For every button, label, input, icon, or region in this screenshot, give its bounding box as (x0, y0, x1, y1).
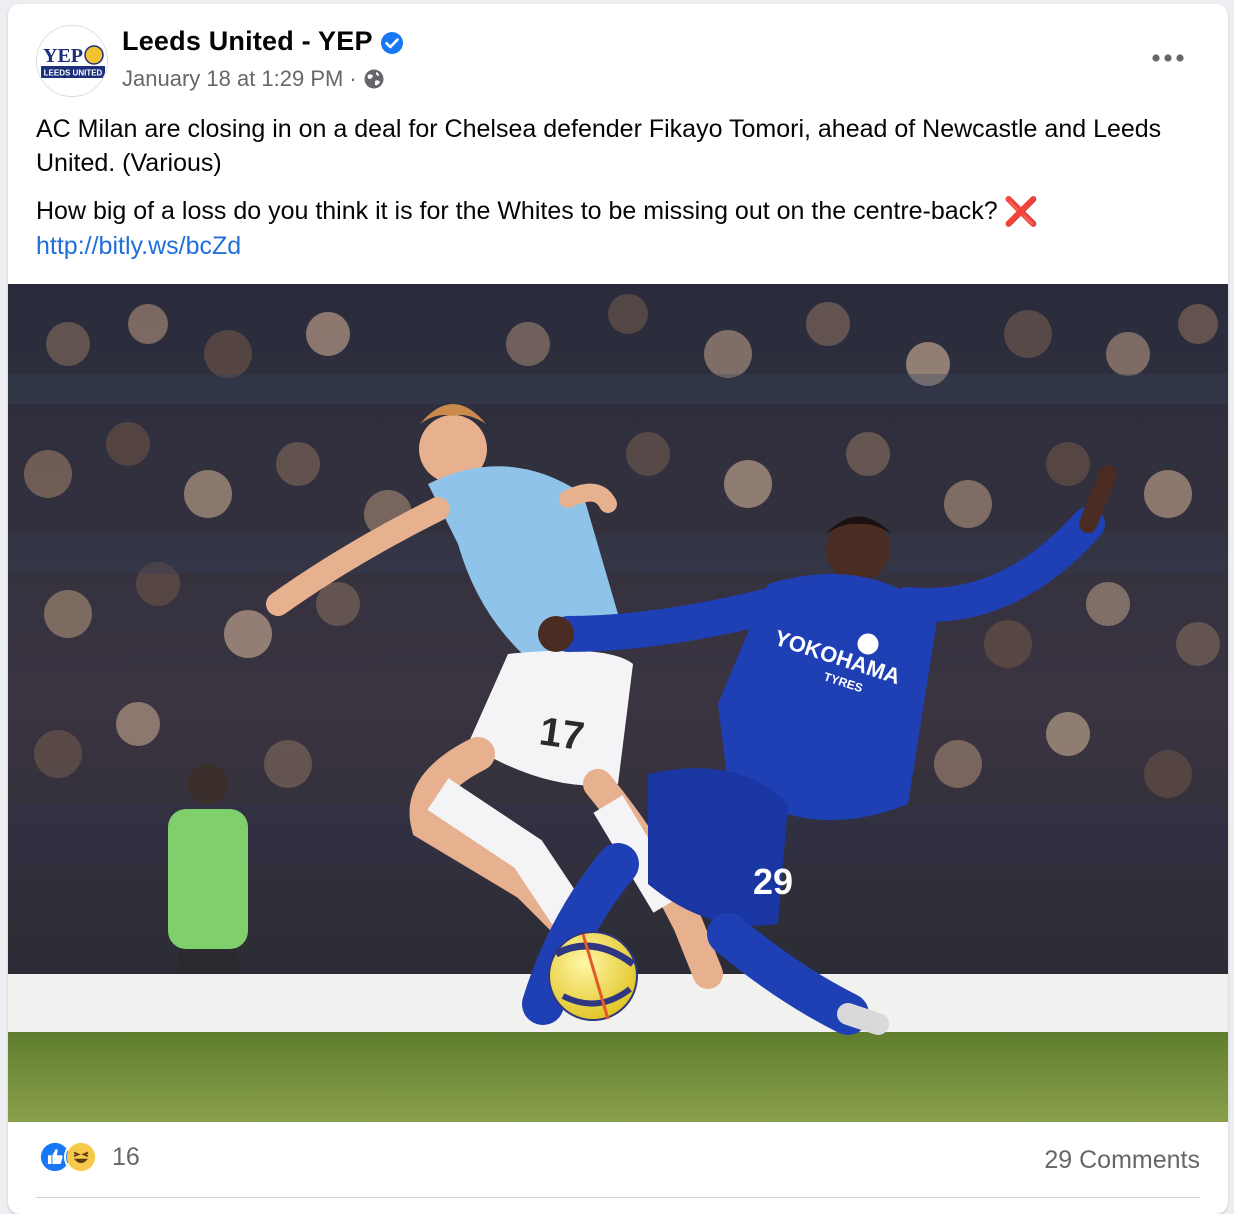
reactions-summary[interactable]: 16 (38, 1140, 140, 1174)
chelsea-player-number: 29 (753, 861, 793, 902)
post-paragraph-1: AC Milan are closing in on a deal for Ch… (36, 115, 1162, 177)
post-photo[interactable]: 17 YOKOHAMA TYRES 29 (8, 284, 1228, 1122)
football (548, 931, 638, 1021)
post-question: How big of a loss do you think it is for… (36, 197, 998, 225)
post-card: YEP LEEDS UNITED Leeds United - YEP Janu… (8, 4, 1228, 1214)
yep-logo: YEP LEEDS UNITED (37, 26, 107, 96)
football-photo: 17 YOKOHAMA TYRES 29 (8, 284, 1228, 1122)
more-options-icon (1152, 54, 1184, 62)
post-paragraph-2: How big of a loss do you think it is for… (36, 194, 1206, 263)
page-avatar[interactable]: YEP LEEDS UNITED (36, 25, 108, 97)
avatar-logo-top: YEP (43, 45, 83, 67)
cross-mark-icon: ❌ (1003, 196, 1039, 227)
page-name[interactable]: Leeds United - YEP (122, 26, 373, 57)
haha-icon (64, 1140, 98, 1174)
footer-divider (36, 1197, 1200, 1198)
reaction-count: 16 (112, 1142, 140, 1171)
comments-count-link[interactable]: 29 Comments (1044, 1146, 1200, 1175)
more-options-button[interactable] (1144, 40, 1192, 76)
post-link[interactable]: http://bitly.ws/bcZd (36, 232, 241, 260)
avatar-logo-bottom: LEEDS UNITED (44, 69, 103, 78)
globe-icon[interactable] (363, 68, 385, 90)
city-player-number: 17 (537, 709, 587, 759)
post-text: AC Milan are closing in on a deal for Ch… (36, 112, 1206, 263)
post-meta: January 18 at 1:29 PM · (122, 66, 385, 92)
verified-badge-icon (381, 32, 403, 54)
meta-separator: · (349, 66, 357, 91)
timestamp[interactable]: January 18 at 1:29 PM (122, 66, 343, 92)
